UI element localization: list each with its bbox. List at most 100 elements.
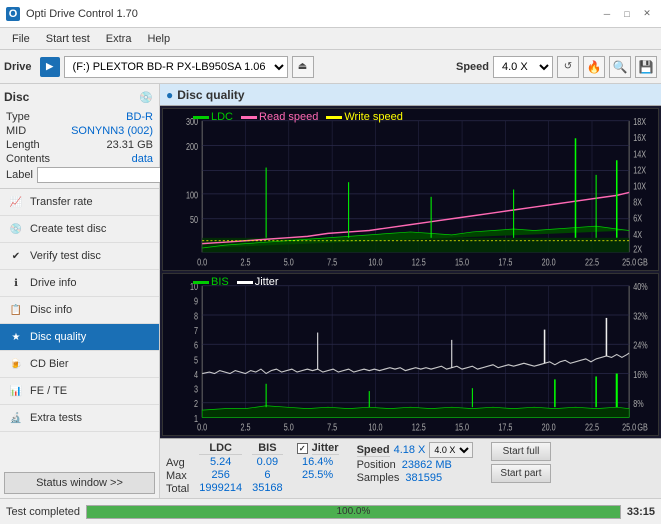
sidebar-nav: 📈 Transfer rate 💿 Create test disc ✔ Ver…: [0, 189, 159, 468]
verify-button[interactable]: 🔍: [609, 56, 631, 78]
svg-text:4: 4: [194, 369, 198, 381]
disc-refresh-icon[interactable]: 💿: [137, 88, 155, 106]
eject-button[interactable]: ⏏: [292, 56, 314, 78]
statusbar: Test completed 100.0% 33:15: [0, 498, 661, 524]
stats-avg-label: Avg: [166, 457, 189, 469]
sidebar-item-create-test-disc[interactable]: 💿 Create test disc: [0, 216, 159, 243]
svg-text:12.5: 12.5: [412, 256, 426, 268]
menu-start-test[interactable]: Start test: [38, 31, 98, 47]
sidebar-item-transfer-rate[interactable]: 📈 Transfer rate: [0, 189, 159, 216]
maximize-button[interactable]: □: [619, 6, 635, 22]
speed-current-val: 4.18 X: [394, 444, 426, 456]
sidebar-item-disc-info[interactable]: 📋 Disc info: [0, 297, 159, 324]
svg-text:7: 7: [194, 325, 198, 337]
svg-text:2.5: 2.5: [240, 421, 250, 433]
disc-type-val: BD-R: [126, 111, 153, 123]
svg-text:8%: 8%: [633, 398, 644, 410]
sidebar-item-label: Disc quality: [30, 331, 86, 343]
top-chart-legend: LDC Read speed Write speed: [193, 111, 403, 123]
status-window-button[interactable]: Status window >>: [4, 472, 155, 494]
svg-text:20.0: 20.0: [542, 256, 556, 268]
svg-text:10X: 10X: [633, 180, 646, 192]
sidebar-item-label: Verify test disc: [30, 250, 101, 262]
speed-select[interactable]: 4.0 X: [493, 56, 553, 78]
svg-text:16X: 16X: [633, 132, 646, 144]
progress-bar-container: 100.0%: [86, 505, 621, 519]
disc-label-input[interactable]: [37, 167, 175, 183]
start-full-button[interactable]: Start full: [491, 442, 550, 461]
drive-label: Drive: [4, 61, 32, 73]
disc-mid-key: MID: [6, 125, 26, 137]
disc-contents-key: Contents: [6, 153, 50, 165]
svg-text:15.0: 15.0: [455, 256, 469, 268]
write-speed-legend-label: Write speed: [344, 111, 403, 123]
start-buttons: Start full Start part: [491, 442, 550, 483]
menu-help[interactable]: Help: [139, 31, 178, 47]
svg-text:12.5: 12.5: [412, 421, 426, 433]
burn-button[interactable]: 🔥: [583, 56, 605, 78]
ldc-avg: 5.24: [199, 456, 242, 468]
sidebar-item-label: Transfer rate: [30, 196, 93, 208]
menu-file[interactable]: File: [4, 31, 38, 47]
charts-container: LDC Read speed Write speed: [160, 106, 661, 438]
verify-disc-icon: ✔: [8, 248, 24, 264]
svg-text:7.5: 7.5: [327, 421, 337, 433]
sidebar-item-drive-info[interactable]: ℹ Drive info: [0, 270, 159, 297]
svg-text:6X: 6X: [633, 212, 642, 224]
jitter-legend-label: Jitter: [255, 276, 279, 288]
jitter-legend: Jitter: [237, 276, 279, 288]
disc-mid-val: SONYNN3 (002): [71, 125, 153, 137]
svg-text:5.0: 5.0: [284, 421, 294, 433]
svg-text:GB: GB: [637, 256, 648, 268]
disc-info-icon: 📋: [8, 302, 24, 318]
svg-text:5.0: 5.0: [284, 256, 294, 268]
refresh-button[interactable]: ↺: [557, 56, 579, 78]
ldc-header: LDC: [199, 442, 242, 455]
disc-type-row: Type BD-R: [4, 110, 155, 124]
titlebar-left: O Opti Drive Control 1.70: [6, 7, 138, 21]
speed-col-header: Speed: [357, 444, 390, 457]
svg-text:200: 200: [186, 141, 198, 153]
disc-info-header: Disc 💿: [4, 88, 155, 106]
menubar: File Start test Extra Help: [0, 28, 661, 50]
sidebar-item-label: Create test disc: [30, 223, 106, 235]
save-button[interactable]: 💾: [635, 56, 657, 78]
svg-text:10.0: 10.0: [368, 256, 382, 268]
sidebar-item-extra-tests[interactable]: 🔬 Extra tests: [0, 405, 159, 432]
jitter-checkbox[interactable]: ✓: [297, 443, 308, 454]
svg-text:22.5: 22.5: [585, 421, 599, 433]
progress-text: 100.0%: [87, 506, 620, 518]
status-text: Test completed: [6, 506, 80, 518]
disc-length-key: Length: [6, 139, 40, 151]
stats-labels: Avg Max Total: [166, 442, 189, 495]
content-header-icon: ●: [166, 88, 173, 102]
svg-text:2X: 2X: [633, 243, 642, 255]
start-part-button[interactable]: Start part: [491, 464, 550, 483]
menu-extra[interactable]: Extra: [98, 31, 140, 47]
disc-section-label: Disc: [4, 90, 29, 104]
speed-select-stats[interactable]: 4.0 X: [429, 442, 473, 458]
bis-avg: 0.09: [252, 456, 283, 468]
time-display: 33:15: [627, 506, 655, 518]
sidebar-item-fe-te[interactable]: 📊 FE / TE: [0, 378, 159, 405]
svg-text:17.5: 17.5: [498, 421, 512, 433]
sidebar-item-disc-quality[interactable]: ★ Disc quality: [0, 324, 159, 351]
svg-text:32%: 32%: [633, 310, 648, 322]
content-title: Disc quality: [177, 88, 244, 102]
svg-text:2: 2: [194, 398, 198, 410]
drive-select[interactable]: (F:) PLEXTOR BD-R PX-LB950SA 1.06: [64, 56, 288, 78]
svg-text:14X: 14X: [633, 148, 646, 160]
samples-row: Samples 381595: [357, 472, 474, 484]
ldc-max: 256: [199, 469, 242, 481]
samples-label: Samples: [357, 472, 400, 484]
extra-tests-icon: 🔬: [8, 410, 24, 426]
svg-text:50: 50: [190, 214, 198, 226]
minimize-button[interactable]: ─: [599, 6, 615, 22]
sidebar-item-verify-test-disc[interactable]: ✔ Verify test disc: [0, 243, 159, 270]
sidebar-item-label: Drive info: [30, 277, 76, 289]
svg-text:24%: 24%: [633, 339, 648, 351]
sidebar-item-label: CD Bier: [30, 358, 69, 370]
top-chart: LDC Read speed Write speed: [162, 108, 659, 271]
close-button[interactable]: ✕: [639, 6, 655, 22]
sidebar-item-cd-bier[interactable]: 🍺 CD Bier: [0, 351, 159, 378]
